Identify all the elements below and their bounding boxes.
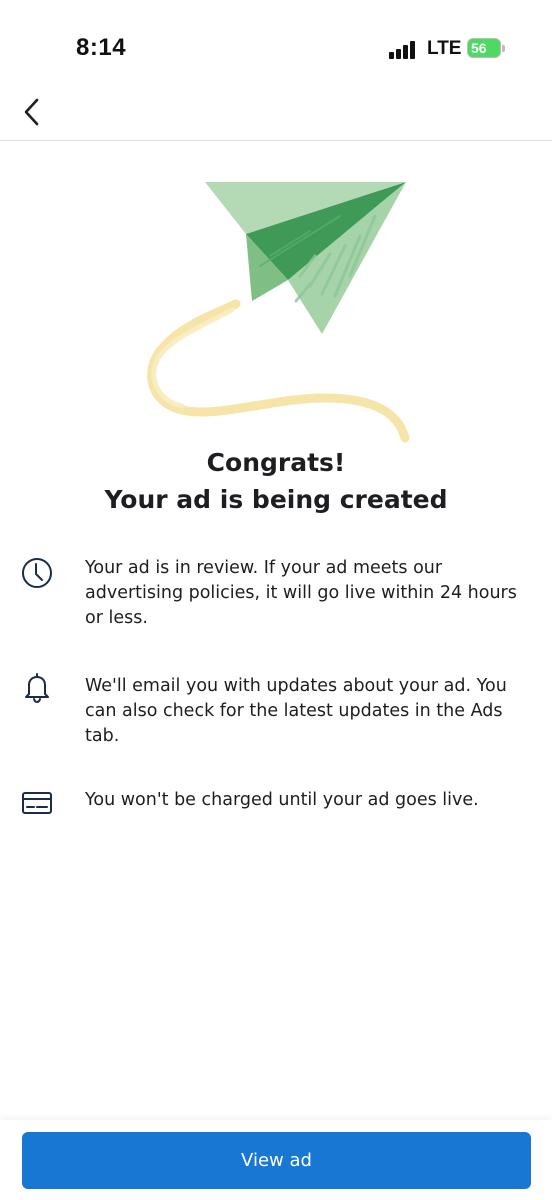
headline-subtitle: Your ad is being created [104,485,448,514]
battery-charging-icon: 56 [467,38,507,60]
headline-congrats: Congrats! [206,448,346,477]
credit-card-icon [22,792,52,814]
status-time: 8:14 [76,34,127,61]
bell-icon [25,673,49,704]
paper-plane-illustration [140,176,420,446]
network-type-label: LTE [427,38,462,59]
clock-icon [22,558,52,588]
status-bar: 8:14 LTE 56 [0,0,552,90]
view-ad-button[interactable]: View ad [22,1132,531,1189]
nav-bar [0,90,552,141]
chevron-left-icon [24,98,39,126]
info-text-email: We'll email you with updates about your … [85,676,507,746]
cellular-signal-icon [389,39,421,59]
confirmation-headline: Congrats! Your ad is being created [0,444,552,518]
info-text-review: Your ad is in review. If your ad meets o… [85,558,517,628]
back-button[interactable] [14,94,50,130]
footer: View ad [0,1120,552,1200]
battery-level: 56 [471,40,487,56]
info-text-billing: You won't be charged until your ad goes … [85,790,479,810]
